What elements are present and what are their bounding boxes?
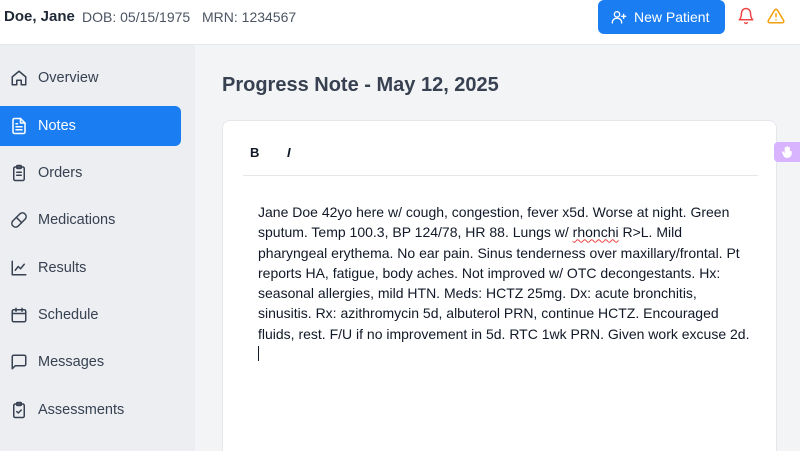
sidebar-item-label: Results xyxy=(38,260,87,276)
home-icon xyxy=(11,70,27,86)
sidebar-item-messages[interactable]: Messages xyxy=(0,342,181,382)
sidebar-item-overview[interactable]: Overview xyxy=(0,58,181,98)
new-patient-label: New Patient xyxy=(634,9,710,25)
page-title: Progress Note - May 12, 2025 xyxy=(222,74,499,96)
sidebar-item-label: Medications xyxy=(38,212,116,228)
warning-icon[interactable] xyxy=(767,7,785,25)
pill-icon xyxy=(11,212,27,228)
sidebar-item-label: Orders xyxy=(38,165,83,181)
side-panel-tab[interactable] xyxy=(774,142,800,162)
clipboard-icon xyxy=(13,164,25,182)
toolbar-divider xyxy=(243,175,758,176)
patient-name: Doe, Jane xyxy=(4,8,75,25)
sidebar-item-label: Assessments xyxy=(38,402,125,418)
sidebar-item-label: Messages xyxy=(38,354,105,370)
patient-header: Doe, Jane DOB: 05/15/1975 MRN: 1234567 N… xyxy=(0,0,800,45)
message-icon xyxy=(11,354,27,370)
sidebar-item-label: Schedule xyxy=(38,307,99,323)
hand-icon xyxy=(781,146,792,158)
note-text: R>L. Mild pharyngeal erythema. No ear pa… xyxy=(258,224,750,342)
sidebar-item-orders[interactable]: Orders xyxy=(0,153,181,193)
clipboard-check-icon xyxy=(13,401,25,419)
line-chart-icon xyxy=(11,260,27,276)
patient-mrn: MRN: 1234567 xyxy=(202,9,297,25)
note-text-area[interactable]: Jane Doe 42yo here w/ cough, congestion,… xyxy=(258,202,750,364)
user-plus-icon xyxy=(611,11,627,24)
sidebar-item-results[interactable]: Results xyxy=(0,248,181,288)
spellcheck-flagged-word[interactable]: rhonchi xyxy=(573,224,619,240)
calendar-icon xyxy=(11,307,27,323)
text-cursor xyxy=(258,346,259,362)
sidebar-item-label: Overview xyxy=(38,70,99,86)
note-editor: B I Jane Doe 42yo here w/ cough, congest… xyxy=(222,120,777,451)
sidebar-item-medications[interactable]: Medications xyxy=(0,200,181,240)
sidebar: Overview Notes Orders Medications Result… xyxy=(0,45,195,451)
sidebar-item-schedule[interactable]: Schedule xyxy=(0,295,181,335)
patient-dob: DOB: 05/15/1975 xyxy=(82,9,191,25)
sidebar-item-label: Notes xyxy=(38,118,76,134)
italic-button[interactable]: I xyxy=(287,145,291,160)
bold-button[interactable]: B xyxy=(250,145,259,160)
document-icon xyxy=(12,117,26,135)
sidebar-item-notes[interactable]: Notes xyxy=(0,106,181,146)
new-patient-button[interactable]: New Patient xyxy=(598,0,725,34)
bell-icon[interactable] xyxy=(737,7,755,25)
main-content: Progress Note - May 12, 2025 B I Jane Do… xyxy=(195,45,800,451)
sidebar-item-assessments[interactable]: Assessments xyxy=(0,390,181,430)
